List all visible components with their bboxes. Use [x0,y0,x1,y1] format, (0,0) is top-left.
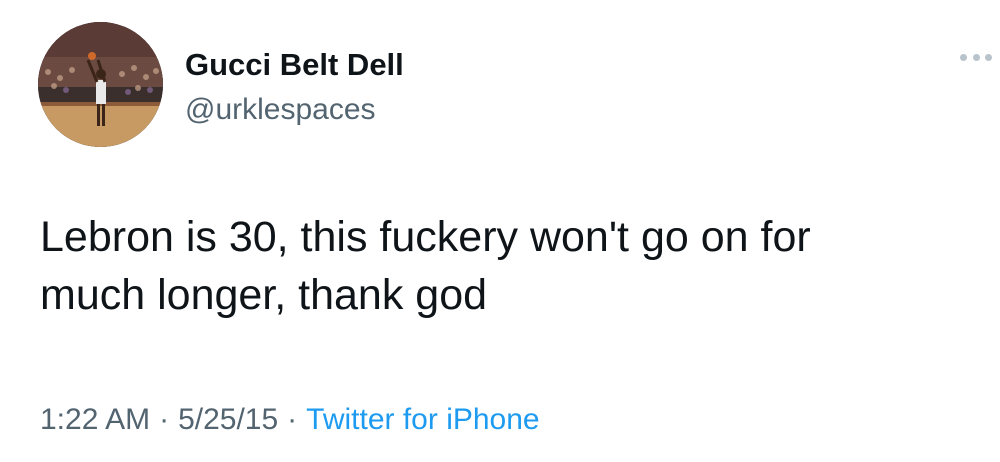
tweet-meta: 1:22 AM · 5/25/15 · Twitter for iPhone [40,398,540,442]
more-dot [972,53,980,61]
meta-separator: · [159,403,170,436]
tweet-date[interactable]: 5/25/15 [178,403,278,436]
avatar[interactable] [38,22,163,147]
tweet-text: Lebron is 30, this fuckery won't go on f… [40,213,811,319]
display-name[interactable]: Gucci Belt Dell [185,46,404,84]
more-dot [985,53,992,61]
more-options-icon[interactable] [960,50,992,64]
more-dot [960,53,967,61]
user-handle[interactable]: @urklespaces [185,90,404,130]
tweet-time[interactable]: 1:22 AM [40,403,150,436]
tweet-source-link[interactable]: Twitter for iPhone [306,403,539,436]
user-info: Gucci Belt Dell @urklespaces [185,46,404,130]
avatar-image [38,22,163,147]
meta-separator: · [287,403,298,436]
tweet-card: Gucci Belt Dell @urklespaces Lebron is 3… [0,0,1000,462]
